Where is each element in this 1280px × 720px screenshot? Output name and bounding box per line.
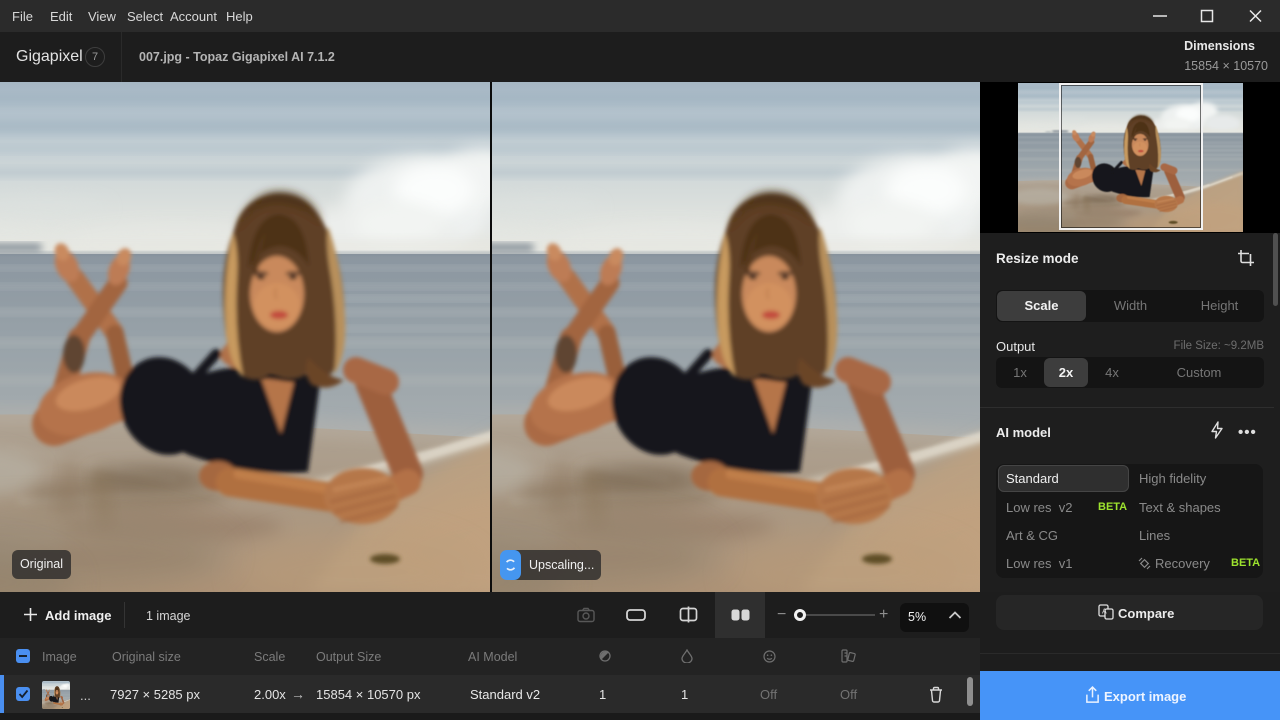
svg-text:A: A	[1102, 609, 1107, 616]
